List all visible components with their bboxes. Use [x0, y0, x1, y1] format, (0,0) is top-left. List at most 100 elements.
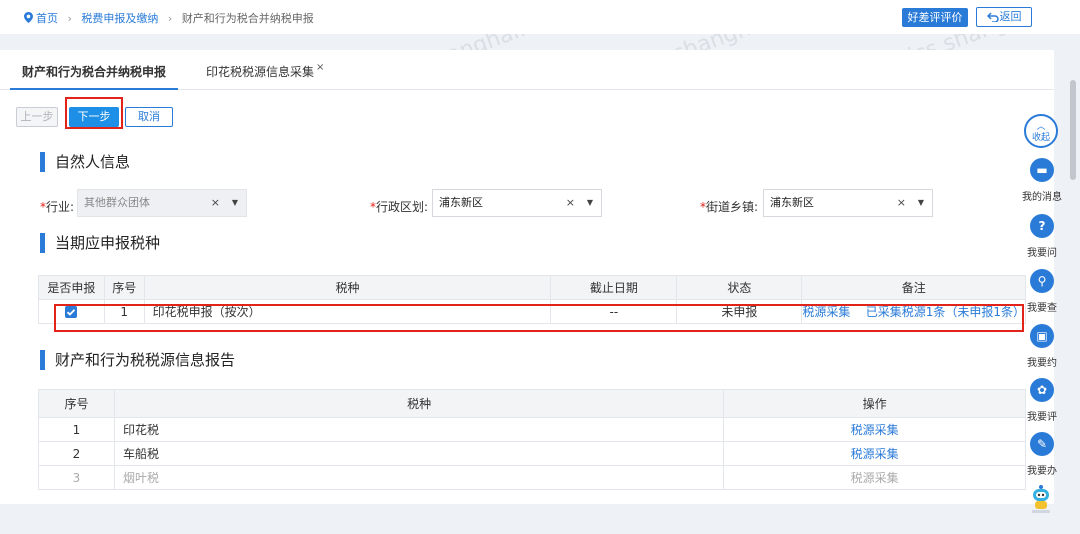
close-tab-icon[interactable]: × [316, 62, 324, 73]
column-header: 操作 [723, 389, 1026, 418]
calendar-icon: ▣ [1030, 324, 1054, 348]
query-label: 我要查 [1027, 303, 1057, 314]
section-title-taxes: 当期应申报税种 [40, 232, 160, 254]
table-row: 3 烟叶税 税源采集 [38, 465, 1026, 490]
section-title-text: 当期应申报税种 [55, 234, 161, 252]
breadcrumb-current: 财产和行为税合并纳税申报 [181, 12, 314, 25]
street-label: *街道乡镇: [700, 198, 758, 215]
tax-source-collect-link[interactable]: 税源采集 [851, 423, 899, 437]
my-messages-button[interactable]: ▬ 我的消息 [1018, 158, 1066, 203]
highlight-box [54, 304, 1024, 332]
tax-source-collect-link-disabled: 税源采集 [850, 471, 899, 485]
edit-icon: ✎ [1030, 432, 1054, 456]
section-bar [40, 152, 45, 172]
industry-select[interactable]: 其他群众团体 × ▼ [77, 189, 247, 217]
column-header: 状态 [676, 275, 803, 300]
breadcrumb-separator: › [167, 12, 173, 25]
query-button[interactable]: ⚲ 我要查 [1018, 269, 1066, 314]
tab-bar: 财产和行为税合并纳税申报 印花税税源信息采集 × [0, 50, 1054, 90]
flower-icon: ✿ [1030, 378, 1054, 402]
report-table: 序号 税种 操作 1 印花税 税源采集 2 车船税 税源采集 3 烟叶税 税源采… [38, 389, 1026, 490]
industry-value: 其他群众团体 [84, 196, 150, 209]
message-icon: ▬ [1030, 158, 1054, 182]
tab-combined-declaration[interactable]: 财产和行为税合并纳税申报 [10, 50, 178, 90]
appointment-label: 我要约 [1027, 358, 1057, 369]
table-header-row: 是否申报 序号 税种 截止日期 状态 备注 [38, 275, 1026, 300]
section-title-text: 财产和行为税税源信息报告 [55, 351, 236, 369]
section-bar [40, 350, 45, 370]
district-label-text: 行政区划: [376, 200, 429, 214]
scrollbar[interactable] [1070, 80, 1076, 180]
handle-button[interactable]: ✎ 我要办 [1018, 432, 1066, 477]
tax-source-collect-link[interactable]: 税源采集 [851, 447, 899, 461]
row-number: 1 [38, 417, 115, 442]
return-arrow-icon [986, 12, 999, 23]
prev-step-button[interactable]: 上一步 [16, 107, 58, 127]
highlight-box [65, 97, 123, 129]
back-button[interactable]: 返回 [976, 7, 1032, 27]
table-row: 2 车船税 税源采集 [38, 441, 1026, 466]
column-header: 序号 [103, 275, 145, 300]
evaluate-button[interactable]: ✿ 我要评 [1018, 378, 1066, 423]
appointment-button[interactable]: ▣ 我要约 [1018, 324, 1066, 369]
table-header-row: 序号 税种 操作 [38, 389, 1026, 418]
tax-name: 车船税 [113, 441, 725, 466]
chevron-up-icon: ︿ [1036, 122, 1046, 132]
industry-label: *行业: [40, 198, 74, 215]
district-value: 浦东新区 [439, 196, 483, 209]
question-icon: ? [1030, 214, 1054, 238]
ask-button[interactable]: ? 我要问 [1018, 214, 1066, 259]
main-panel: 财产和行为税合并纳税申报 印花税税源信息采集 × 上一步 下一步 取消 自然人信息… [0, 50, 1054, 504]
district-label: *行政区划: [370, 198, 428, 215]
breadcrumb-link-tax-filing[interactable]: 税费申报及缴纳 [81, 12, 158, 25]
clear-icon[interactable]: × [566, 190, 575, 216]
tab-stamp-duty-collection[interactable]: 印花税税源信息采集 × [206, 50, 324, 90]
section-title-report: 财产和行为税税源信息报告 [40, 349, 235, 371]
caret-down-icon[interactable]: ▼ [918, 190, 924, 216]
street-value: 浦东新区 [770, 196, 814, 209]
back-button-label: 返回 [999, 10, 1022, 23]
cancel-button[interactable]: 取消 [125, 107, 173, 127]
tax-name: 印花税 [113, 417, 725, 442]
tab-label: 印花税税源信息采集 [206, 65, 315, 79]
clear-icon[interactable]: × [897, 190, 906, 216]
clear-icon[interactable]: × [211, 190, 220, 216]
action-cell: 税源采集 [723, 465, 1026, 490]
location-pin-icon [24, 12, 33, 23]
section-bar [40, 233, 45, 253]
column-header: 截止日期 [550, 275, 678, 300]
section-title-text: 自然人信息 [55, 153, 131, 171]
breadcrumb-home-label: 首页 [36, 12, 58, 25]
street-label-text: 街道乡镇: [706, 200, 759, 214]
industry-label-text: 行业: [46, 200, 75, 214]
tax-name: 烟叶税 [113, 465, 725, 490]
handle-label: 我要办 [1027, 466, 1057, 477]
street-select[interactable]: 浦东新区 × ▼ [763, 189, 933, 217]
column-header: 序号 [38, 389, 115, 418]
evaluate-label: 我要评 [1027, 412, 1057, 423]
caret-down-icon[interactable]: ▼ [587, 190, 593, 216]
breadcrumb-home[interactable]: 首页 [24, 12, 62, 25]
column-header: 税种 [143, 275, 552, 300]
action-cell: 税源采集 [723, 417, 1026, 442]
collapse-label: 收起 [1031, 133, 1050, 143]
caret-down-icon[interactable]: ▼ [232, 190, 238, 216]
district-select[interactable]: 浦东新区 × ▼ [432, 189, 602, 217]
collapse-button[interactable]: ︿ 收起 [1024, 114, 1058, 148]
ask-label: 我要问 [1027, 248, 1057, 259]
robot-assistant-icon[interactable] [1030, 484, 1052, 514]
breadcrumb-separator: › [67, 12, 72, 25]
top-bar: 首页 › 税费申报及缴纳 › 财产和行为税合并纳税申报 好差评评价 返回 [0, 0, 1080, 34]
search-icon: ⚲ [1030, 269, 1054, 293]
review-button[interactable]: 好差评评价 [902, 8, 968, 27]
section-title-person: 自然人信息 [40, 151, 130, 173]
row-number: 3 [38, 465, 115, 490]
my-messages-label: 我的消息 [1022, 192, 1062, 203]
action-cell: 税源采集 [723, 441, 1026, 466]
column-header: 备注 [801, 275, 1026, 300]
row-number: 2 [38, 441, 115, 466]
table-row: 1 印花税 税源采集 [38, 417, 1026, 442]
column-header: 是否申报 [38, 275, 105, 300]
breadcrumb: 首页 › 税费申报及缴纳 › 财产和行为税合并纳税申报 [24, 10, 314, 26]
column-header: 税种 [113, 389, 725, 418]
